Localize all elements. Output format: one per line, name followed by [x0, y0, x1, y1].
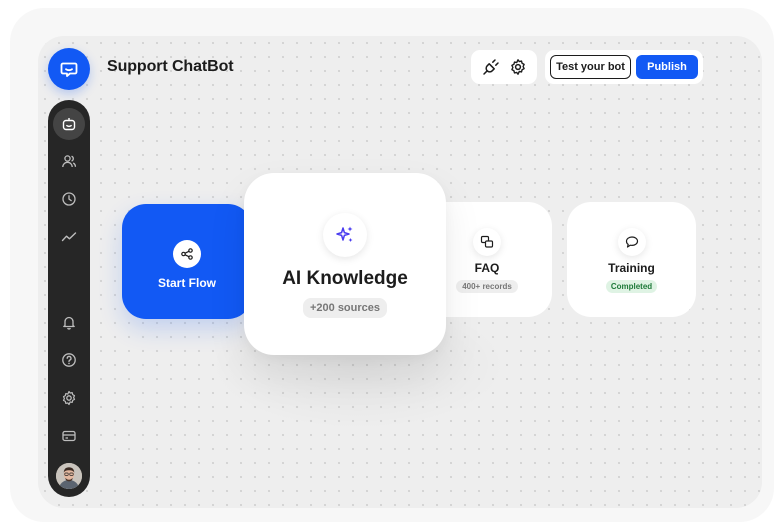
training-card[interactable]: Training Completed — [567, 202, 696, 317]
training-label: Training — [608, 261, 655, 275]
settings-button[interactable] — [506, 55, 530, 79]
sidebar-item-help[interactable] — [53, 344, 85, 376]
plug-icon — [482, 59, 499, 75]
bell-icon — [63, 316, 75, 330]
sidebar-item-history[interactable] — [53, 183, 85, 215]
sidebar-item-analytics[interactable] — [53, 221, 85, 253]
ai-knowledge-label: AI Knowledge — [282, 268, 408, 289]
ai-sources-badge: +200 sources — [302, 298, 388, 318]
sidebar-item-billing[interactable] — [53, 420, 85, 452]
sparkles-icon — [336, 226, 353, 242]
chat-bubbles-icon — [480, 235, 494, 248]
faq-records-badge: 400+ records — [456, 280, 518, 293]
chat-bubble-icon — [60, 62, 78, 77]
integrations-button[interactable] — [479, 55, 503, 79]
gear-icon — [62, 390, 76, 406]
avatar-portrait-icon — [56, 463, 82, 489]
start-flow-label: Start Flow — [157, 276, 216, 290]
ai-knowledge-card[interactable]: AI Knowledge +200 sources — [244, 173, 446, 355]
sidebar-item-users[interactable] — [53, 145, 85, 177]
chatbot-logo-button[interactable] — [48, 48, 90, 90]
users-icon — [62, 155, 77, 168]
ai-circle — [323, 213, 367, 257]
sidebar-item-notifications[interactable] — [53, 306, 85, 338]
speech-bubble-icon — [625, 236, 638, 248]
help-icon — [62, 353, 76, 367]
share-circle — [173, 240, 201, 268]
billing-icon — [62, 430, 76, 442]
user-avatar[interactable] — [56, 463, 82, 489]
clock-icon — [62, 192, 76, 206]
faq-label: FAQ — [474, 261, 500, 275]
analytics-icon — [61, 232, 77, 242]
training-status-badge: Completed — [605, 280, 658, 293]
training-circle — [617, 228, 646, 256]
share-nodes-icon — [181, 248, 193, 260]
bot-icon — [62, 118, 76, 131]
test-bot-button[interactable]: Test your bot — [550, 55, 631, 79]
gear-icon — [510, 59, 525, 75]
publish-button-group: Test your bot Publish — [545, 50, 703, 84]
start-flow-card[interactable]: Start Flow — [122, 204, 252, 319]
page-title: Support ChatBot — [107, 58, 234, 75]
sidebar-item-bot[interactable] — [53, 108, 85, 140]
faq-circle — [473, 228, 501, 256]
publish-button[interactable]: Publish — [636, 55, 698, 79]
toolbar-icon-group — [471, 50, 537, 84]
sidebar — [48, 100, 90, 497]
sidebar-item-settings[interactable] — [53, 382, 85, 414]
